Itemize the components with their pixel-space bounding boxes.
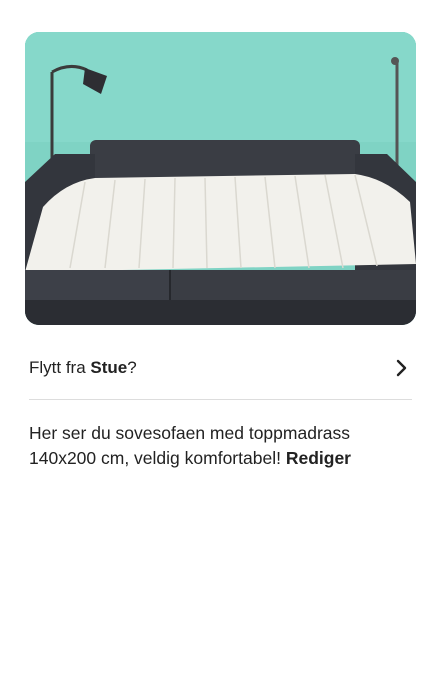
- move-room-text: Flytt fra Stue?: [29, 357, 137, 379]
- move-suffix: ?: [127, 358, 137, 377]
- room-name: Stue: [90, 358, 128, 377]
- divider: [29, 399, 412, 400]
- edit-caption-link[interactable]: Rediger: [286, 448, 351, 468]
- move-room-row[interactable]: Flytt fra Stue?: [29, 346, 415, 390]
- room-photo[interactable]: [25, 32, 416, 325]
- chevron-right-icon[interactable]: [393, 359, 411, 377]
- sofa-bed-image: [25, 32, 416, 325]
- move-prefix: Flytt fra: [29, 358, 86, 377]
- photo-caption: Her ser du sovesofaen med toppmadrass 14…: [29, 421, 415, 471]
